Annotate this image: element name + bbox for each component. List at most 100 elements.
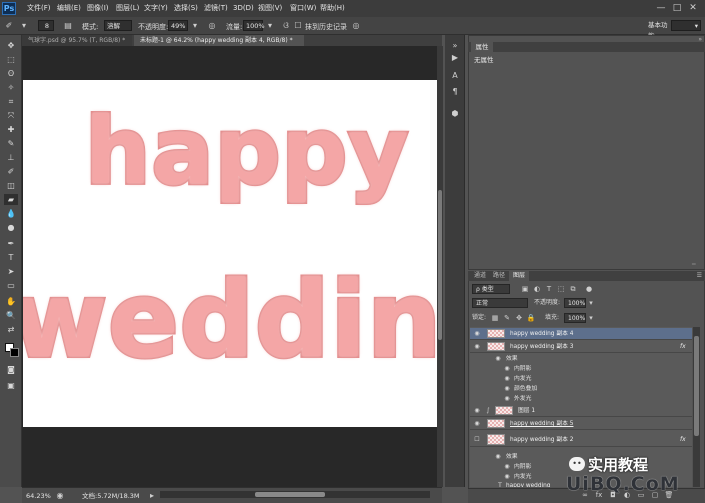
swap-colors-icon[interactable]: ⇄ xyxy=(4,324,18,335)
layer-opacity-dropdown-icon[interactable]: ▾ xyxy=(586,298,596,308)
panel-collapse-arrows-icon[interactable]: » xyxy=(690,36,702,43)
blend-mode-select[interactable]: 正常 xyxy=(472,298,528,308)
tab-balloon-psd[interactable]: 气球字.psd @ 95.7% (T, RGB/8) * xyxy=(22,35,132,46)
menu-window[interactable]: 窗口(W) xyxy=(290,3,316,14)
effects-visibility-eye-icon[interactable]: ◉ xyxy=(494,453,502,461)
history-brush-tool-icon[interactable]: ✐ xyxy=(3,20,15,31)
brush-panel-toggle-icon[interactable]: ▤ xyxy=(62,20,74,31)
panel-menu-icon[interactable]: ☰ xyxy=(690,272,702,280)
effect-item[interactable]: 颜色叠加 xyxy=(514,384,537,394)
filter-smart-object-icon[interactable]: ⧉ xyxy=(568,284,578,294)
effect-visibility-eye-icon[interactable]: ◉ xyxy=(503,385,511,393)
pressure-opacity-icon[interactable]: ◎ xyxy=(206,20,218,31)
workspace-select[interactable]: ▾ xyxy=(671,20,701,31)
menu-filter[interactable]: 滤镜(T) xyxy=(204,3,228,14)
tab-layers[interactable]: 图层 xyxy=(509,271,529,281)
effect-visibility-eye-icon[interactable]: ◉ xyxy=(503,365,511,373)
layer-fx-badge[interactable]: fx xyxy=(680,435,686,445)
status-info-icon[interactable]: ◉ xyxy=(54,490,66,501)
effect-visibility-eye-icon[interactable]: ◉ xyxy=(503,395,511,403)
mode-select[interactable]: 溶解 xyxy=(104,20,132,31)
canvas-horizontal-scroll-thumb[interactable] xyxy=(255,492,325,497)
lasso-tool-icon[interactable]: ʘ xyxy=(4,68,18,79)
zoom-level[interactable]: 64.23% xyxy=(26,492,52,501)
eraser-tool-icon[interactable]: ◫ xyxy=(4,180,18,191)
lock-position-icon[interactable]: ✥ xyxy=(514,313,524,323)
quick-mask-icon[interactable]: ◙ xyxy=(4,364,18,375)
hand-tool-icon[interactable]: ✋ xyxy=(4,296,18,307)
opacity-dropdown-icon[interactable]: ▾ xyxy=(189,20,201,31)
healing-brush-tool-icon[interactable]: ✚ xyxy=(4,124,18,135)
filter-toggle-icon[interactable]: ● xyxy=(584,284,594,294)
airbrush-icon[interactable]: ଓ xyxy=(280,20,292,31)
background-color-swatch[interactable] xyxy=(10,348,19,357)
layer-fx-badge[interactable]: fx xyxy=(680,342,686,352)
visibility-eye-icon[interactable]: ◉ xyxy=(473,343,481,351)
canvas-vertical-scroll-thumb[interactable] xyxy=(438,190,442,340)
flow-field[interactable]: 100% xyxy=(243,20,265,31)
lock-all-icon[interactable]: 🔒 xyxy=(526,313,536,323)
history-brush-tool-icon[interactable]: ✐ xyxy=(4,166,18,177)
flow-dropdown-icon[interactable]: ▾ xyxy=(264,20,276,31)
opacity-field[interactable]: 49% xyxy=(168,20,188,31)
effect-visibility-eye-icon[interactable]: ◉ xyxy=(503,463,511,471)
menu-select[interactable]: 选择(S) xyxy=(174,3,198,14)
status-menu-icon[interactable]: ▸ xyxy=(146,490,158,501)
marquee-tool-icon[interactable]: ⬚ xyxy=(4,54,18,65)
play-actions-icon[interactable]: ▶ xyxy=(449,52,461,64)
pressure-size-icon[interactable]: ◎ xyxy=(350,20,362,31)
visibility-eye-icon[interactable]: ◉ xyxy=(473,330,481,338)
menu-edit[interactable]: 编辑(E) xyxy=(57,3,81,14)
clone-stamp-tool-icon[interactable]: ⊥ xyxy=(4,152,18,163)
shape-tool-icon[interactable]: ▭ xyxy=(4,280,18,291)
layer-filter-kind-select[interactable]: ρ 类型 xyxy=(472,284,510,294)
visibility-eye-icon[interactable]: ◉ xyxy=(473,407,481,415)
filter-shape-icon[interactable]: ⬚ xyxy=(556,284,566,294)
eyedropper-tool-icon[interactable]: ⤧ xyxy=(4,110,18,121)
filter-type-icon[interactable]: T xyxy=(544,284,554,294)
effect-item[interactable]: 内阴影 xyxy=(514,462,531,472)
tab-channels[interactable]: 通道 xyxy=(471,271,489,281)
3d-panel-icon[interactable]: ⬢ xyxy=(449,108,461,120)
visibility-checkbox[interactable]: ☐ xyxy=(473,436,481,444)
effect-item[interactable]: 外发光 xyxy=(514,394,531,404)
menu-file[interactable]: 文件(F) xyxy=(27,3,51,14)
layers-scroll-thumb[interactable] xyxy=(694,336,699,436)
type-tool-icon[interactable]: T xyxy=(4,252,18,263)
canvas-document[interactable]: happy weddin xyxy=(23,80,437,427)
fill-field[interactable]: 100% xyxy=(564,313,586,323)
move-tool-icon[interactable]: ✥ xyxy=(4,40,18,51)
tab-untitled-1[interactable]: 未标题-1 @ 64.2% (happy wedding 副本 4, RGB/8… xyxy=(134,35,304,46)
menu-3d[interactable]: 3D(D) xyxy=(233,3,254,14)
history-checkbox[interactable]: ☐ xyxy=(292,20,304,31)
menu-type[interactable]: 文字(Y) xyxy=(144,3,168,14)
effects-visibility-eye-icon[interactable]: ◉ xyxy=(494,355,502,363)
panel-collapse-icon[interactable]: » xyxy=(449,40,461,52)
character-panel-icon[interactable]: A xyxy=(449,70,461,82)
menu-help[interactable]: 帮助(H) xyxy=(320,3,345,14)
tab-properties[interactable]: 属性 xyxy=(471,42,493,52)
brush-size-field[interactable]: 8 xyxy=(38,20,54,31)
effect-item[interactable]: 内阴影 xyxy=(514,364,531,374)
effect-visibility-eye-icon[interactable]: ◉ xyxy=(503,473,511,481)
paragraph-panel-icon[interactable]: ¶ xyxy=(449,86,461,98)
dodge-tool-icon[interactable]: ● xyxy=(4,222,18,233)
minimize-button[interactable]: — xyxy=(654,2,668,14)
tab-paths[interactable]: 路径 xyxy=(490,271,508,281)
tool-preset-dropdown-icon[interactable]: ▾ xyxy=(18,20,30,31)
close-button[interactable]: ✕ xyxy=(686,2,700,14)
effect-visibility-eye-icon[interactable]: ◉ xyxy=(503,375,511,383)
maximize-button[interactable]: □ xyxy=(670,2,684,14)
screen-mode-icon[interactable]: ▣ xyxy=(4,380,18,391)
crop-tool-icon[interactable]: ⌗ xyxy=(4,96,18,107)
brush-tool-icon[interactable]: ✎ xyxy=(4,138,18,149)
menu-view[interactable]: 视图(V) xyxy=(258,3,282,14)
lock-transparent-icon[interactable]: ▦ xyxy=(490,313,500,323)
visibility-eye-icon[interactable]: ◉ xyxy=(473,420,481,428)
filter-adjustment-icon[interactable]: ◐ xyxy=(532,284,542,294)
fill-dropdown-icon[interactable]: ▾ xyxy=(586,313,596,323)
lock-image-icon[interactable]: ✎ xyxy=(502,313,512,323)
zoom-tool-icon[interactable]: 🔍 xyxy=(4,310,18,321)
quick-select-tool-icon[interactable]: ✧ xyxy=(4,82,18,93)
panel-resize-handle-icon[interactable]: ═ xyxy=(692,262,702,268)
